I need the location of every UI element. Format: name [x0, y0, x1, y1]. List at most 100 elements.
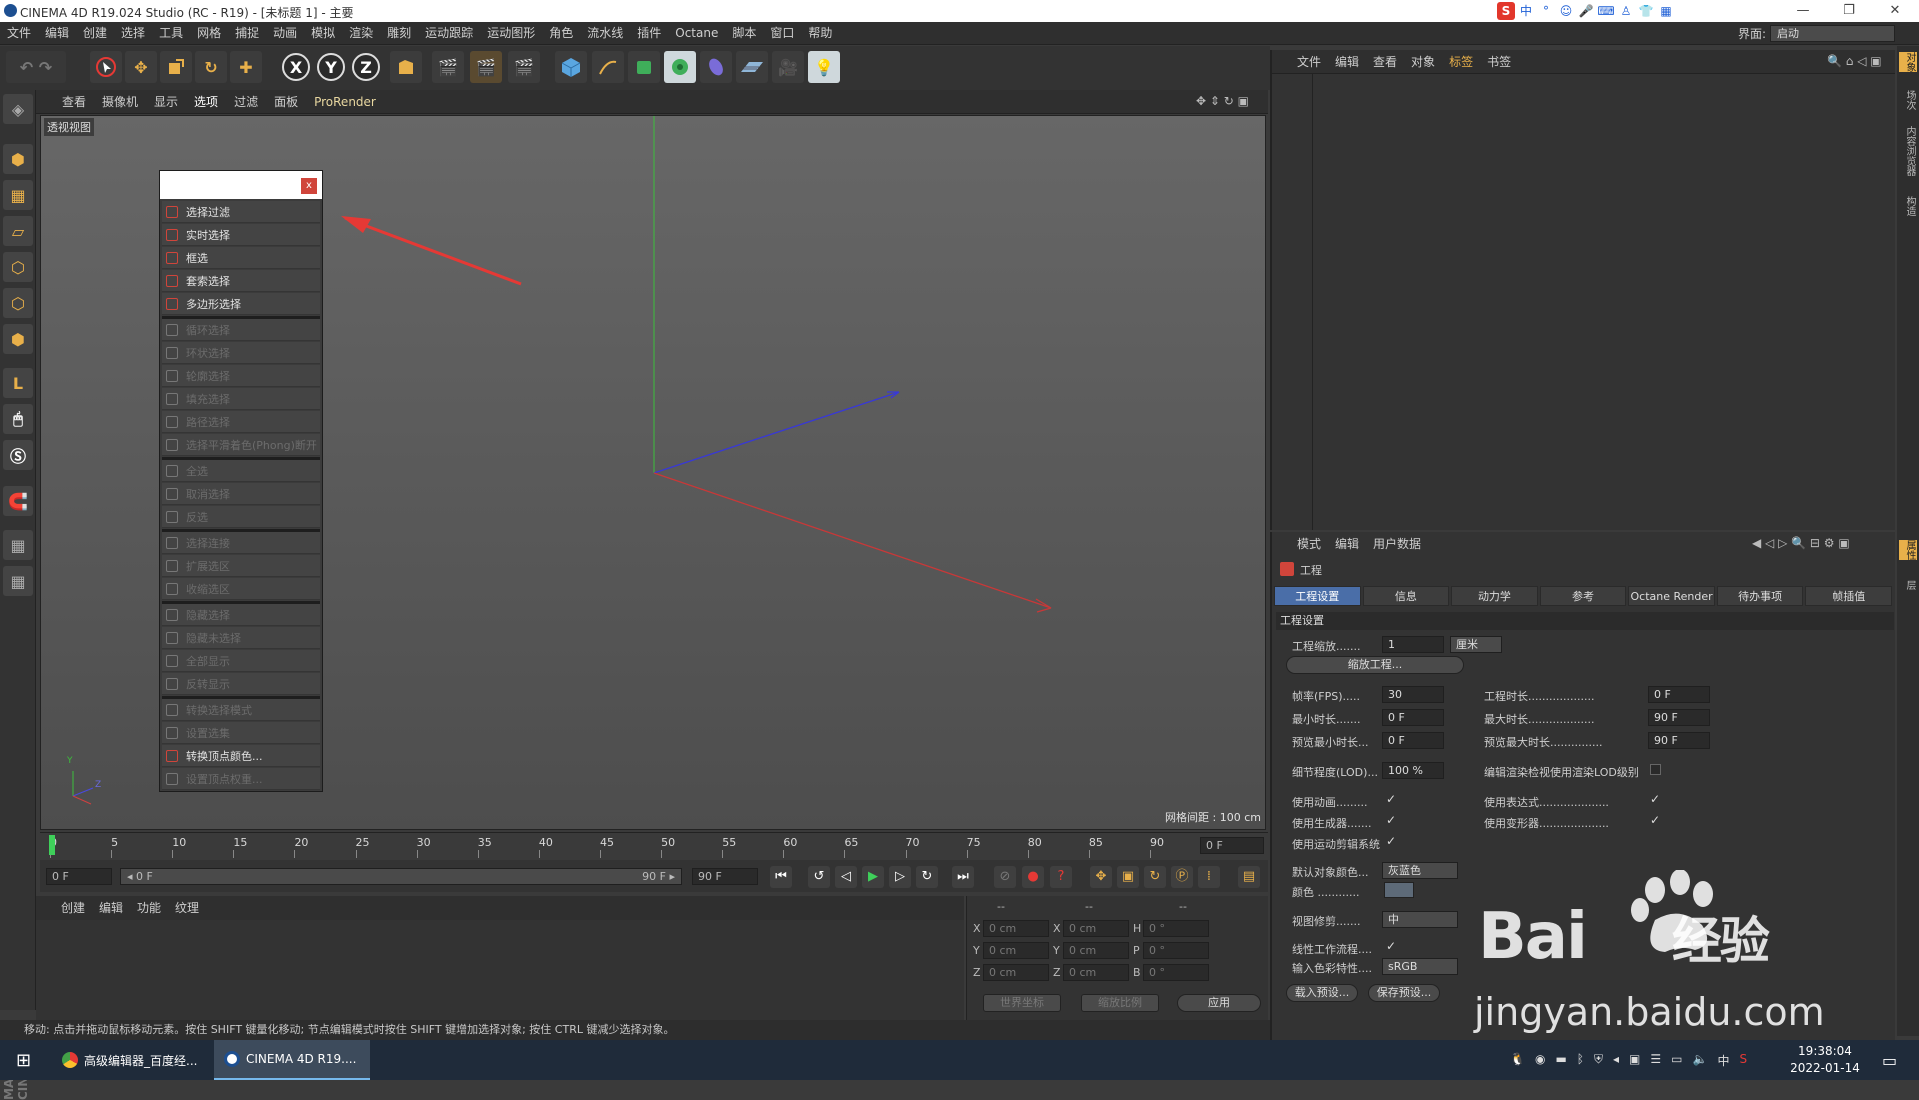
light-object-icon[interactable]: 💡	[808, 51, 840, 83]
viewport-menu-prorender[interactable]: ProRender	[306, 90, 384, 114]
view-clip-select[interactable]: 中	[1382, 911, 1458, 928]
viewport-menu-options[interactable]: 选项	[186, 90, 226, 114]
use-deformers-checkbox[interactable]: ✓	[1650, 814, 1662, 826]
material-area[interactable]	[36, 920, 964, 1020]
camera-object-icon[interactable]: 🎥	[772, 51, 804, 83]
ime-punct-icon[interactable]: °	[1537, 2, 1555, 20]
om-menu-bookmarks[interactable]: 书签	[1480, 50, 1518, 74]
record-icon[interactable]: ●	[1022, 866, 1044, 888]
solo-mode-icon[interactable]: Ⓢ	[3, 440, 33, 470]
coord-field[interactable]: 0 cm	[1063, 942, 1129, 959]
menu-script[interactable]: 脚本	[725, 22, 763, 45]
model-mode-icon[interactable]: ⬢	[3, 144, 33, 174]
recent-tool-icon[interactable]: ✚	[230, 51, 262, 83]
om-menu-tags[interactable]: 标签	[1442, 50, 1480, 74]
menu-motion-tracking[interactable]: 运动跟踪	[418, 22, 480, 45]
timeline-ruler[interactable]: 051015202530354045505560657075808590 0 F	[40, 832, 1268, 858]
viewport-nav-icons[interactable]: ✥ ⇕ ↻ ▣	[1196, 94, 1249, 108]
pen-spline-icon[interactable]	[592, 51, 624, 83]
menu-octane[interactable]: Octane	[668, 22, 725, 45]
attr-menu-mode[interactable]: 模式	[1290, 532, 1328, 556]
render-lod-checkbox[interactable]	[1650, 764, 1661, 775]
tab-project-settings[interactable]: 工程设置	[1274, 586, 1361, 606]
keyframe-selection-icon[interactable]: ⊘	[994, 866, 1016, 888]
popup-item[interactable]: 框选	[162, 247, 320, 269]
menu-edit[interactable]: 编辑	[38, 22, 76, 45]
key-rotation-icon[interactable]: ↻	[1144, 866, 1166, 888]
menu-pipeline[interactable]: 流水线	[580, 22, 630, 45]
make-editable-icon[interactable]: ◈	[3, 94, 33, 124]
coord-field[interactable]: 0 cm	[1063, 920, 1129, 937]
preview-max-field[interactable]: 90 F	[1648, 732, 1710, 749]
menu-character[interactable]: 角色	[542, 22, 580, 45]
maximize-button[interactable]: ❐	[1826, 0, 1872, 22]
menu-tools[interactable]: 工具	[152, 22, 190, 45]
tab-info[interactable]: 信息	[1362, 586, 1450, 606]
popup-item[interactable]: 选择过滤	[162, 201, 320, 223]
material-menu-function[interactable]: 功能	[130, 896, 168, 920]
z-axis-lock-icon[interactable]: Z	[352, 53, 380, 81]
ime-keyboard-icon[interactable]: ⌨	[1597, 2, 1615, 20]
ime-toolbar[interactable]: S 中 ° ☺ 🎤 ⌨ ♙ 👕 ▦	[1497, 1, 1675, 21]
menu-file[interactable]: 文件	[0, 22, 38, 45]
popup-item[interactable]: 多边形选择	[162, 293, 320, 315]
viewport-menu-camera[interactable]: 摄像机	[94, 90, 146, 114]
max-time-field[interactable]: 90 F	[1648, 709, 1710, 726]
ime-emoji-icon[interactable]: ☺	[1557, 2, 1575, 20]
rotate-tool-icon[interactable]: ↻	[195, 51, 227, 83]
material-menu-texture[interactable]: 纹理	[168, 896, 206, 920]
om-menu-view[interactable]: 查看	[1366, 50, 1404, 74]
attr-menu-userdata[interactable]: 用户数据	[1366, 532, 1428, 556]
use-motion-checkbox[interactable]: ✓	[1386, 835, 1398, 847]
axis-mode-icon[interactable]: L	[3, 368, 33, 398]
viewport-menu-view[interactable]: 查看	[54, 90, 94, 114]
mograph-cloner-icon[interactable]	[664, 51, 696, 83]
coord-field[interactable]: 0 cm	[983, 920, 1049, 937]
taskbar-item-c4d[interactable]: CINEMA 4D R19....	[214, 1040, 370, 1080]
duration-field[interactable]: 0 F	[1648, 686, 1710, 703]
menu-select[interactable]: 选择	[114, 22, 152, 45]
min-time-field[interactable]: 0 F	[1382, 709, 1444, 726]
menu-window[interactable]: 窗口	[763, 22, 801, 45]
coord-field[interactable]: 0 cm	[983, 942, 1049, 959]
polygons-mode-icon[interactable]: ⬢	[3, 324, 33, 354]
goto-end-icon[interactable]: ⏭	[952, 866, 974, 888]
cube-object-icon[interactable]	[555, 51, 587, 83]
move-tool-icon[interactable]: ✥	[125, 51, 157, 83]
tab-takes[interactable]: 场次	[1899, 90, 1917, 110]
timeline-end-field[interactable]: 0 F	[1200, 837, 1264, 854]
tab-reference[interactable]: 参考	[1539, 586, 1627, 606]
scale-project-button[interactable]: 缩放工程...	[1286, 656, 1464, 674]
points-mode-icon[interactable]: ⬡	[3, 252, 33, 282]
menu-create[interactable]: 创建	[76, 22, 114, 45]
minimize-button[interactable]: —	[1780, 0, 1826, 22]
scale-unit-select[interactable]: 厘米	[1450, 636, 1502, 653]
color-profile-select[interactable]: sRGB	[1382, 958, 1458, 975]
render-view-icon[interactable]: 🎬	[432, 51, 464, 83]
om-menu-object[interactable]: 对象	[1404, 50, 1442, 74]
tab-dynamics[interactable]: 动力学	[1451, 586, 1538, 606]
viewport-menu-display[interactable]: 显示	[146, 90, 186, 114]
key-param-icon[interactable]: Ⓟ	[1171, 866, 1193, 888]
key-pla-icon[interactable]: ⁞	[1198, 866, 1220, 888]
viewport-menu-panel[interactable]: 面板	[266, 90, 306, 114]
tab-frame-interp[interactable]: 帧插值	[1805, 586, 1893, 606]
x-axis-lock-icon[interactable]: X	[282, 53, 310, 81]
coordinate-system-icon[interactable]	[390, 51, 422, 83]
color-swatch[interactable]	[1384, 882, 1414, 898]
range-slider[interactable]: ◂ 0 F 90 F ▸	[120, 868, 682, 885]
material-menu-create[interactable]: 创建	[54, 896, 92, 920]
om-menu-edit[interactable]: 编辑	[1328, 50, 1366, 74]
fps-field[interactable]: 30	[1382, 686, 1444, 703]
taskbar-item-browser[interactable]: 高级编辑器_百度经...	[52, 1040, 212, 1080]
close-button[interactable]: ✕	[1872, 0, 1918, 22]
play-icon[interactable]: ▶	[862, 866, 884, 888]
autokey-icon[interactable]: ?	[1050, 866, 1072, 888]
ime-lang-icon[interactable]: 中	[1517, 2, 1535, 20]
lod-field[interactable]: 100 %	[1382, 762, 1444, 779]
menu-sculpt[interactable]: 雕刻	[380, 22, 418, 45]
save-preset-button[interactable]: 保存预设...	[1368, 984, 1440, 1002]
floor-object-icon[interactable]	[736, 51, 768, 83]
tab-todo[interactable]: 待办事项	[1716, 586, 1804, 606]
object-color-select[interactable]: 灰蓝色	[1382, 862, 1458, 879]
